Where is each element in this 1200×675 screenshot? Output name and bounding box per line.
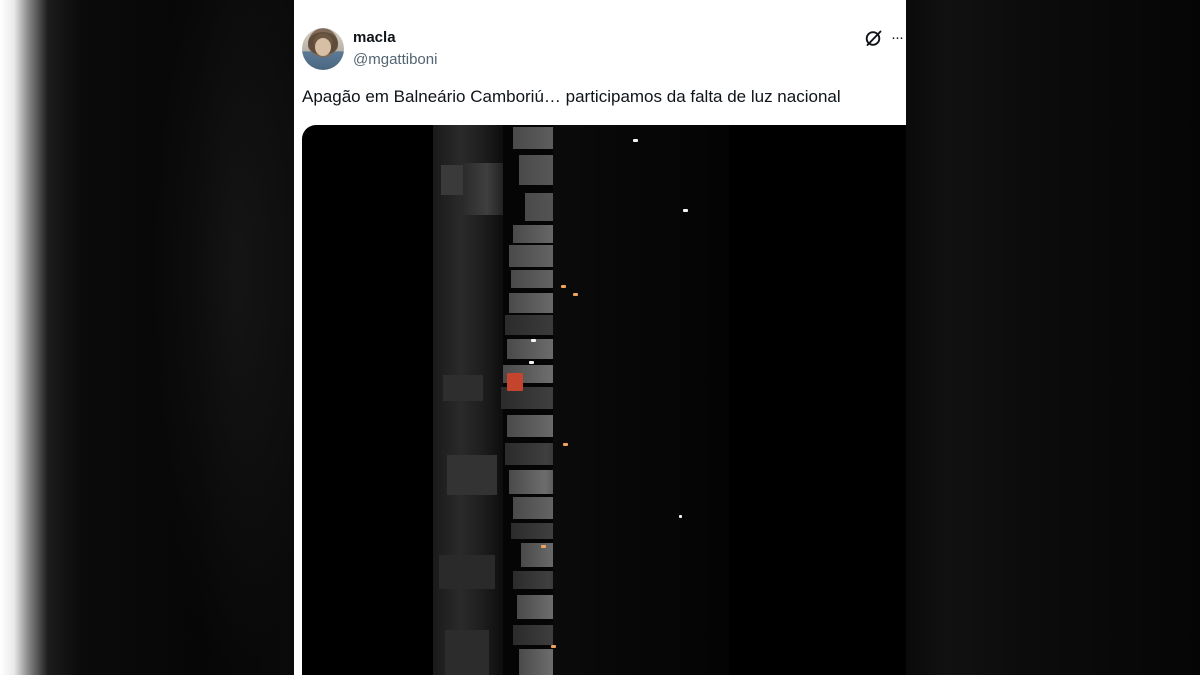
tweet-card: macla @mgattiboni ··· Apagão em Balneári… xyxy=(294,0,906,675)
photo-light xyxy=(573,293,578,296)
photo-light xyxy=(551,645,556,648)
photo-light xyxy=(633,139,638,142)
media-photo-blackout-skyline[interactable] xyxy=(433,125,729,675)
avatar-face xyxy=(315,38,331,56)
photo-light xyxy=(541,545,546,548)
photo-light xyxy=(529,361,534,364)
photo-light xyxy=(507,373,523,391)
photo-light xyxy=(561,285,566,288)
more-options-icon[interactable]: ··· xyxy=(891,28,906,48)
photo-light xyxy=(563,443,568,446)
screenshot-stage: macla @mgattiboni ··· Apagão em Balneári… xyxy=(0,0,1200,675)
grok-icon[interactable] xyxy=(864,28,884,48)
photo-light xyxy=(531,339,536,342)
tweet-header: macla @mgattiboni ··· xyxy=(294,0,906,84)
display-name[interactable]: macla xyxy=(353,29,396,46)
blurred-backdrop-right xyxy=(906,0,1200,675)
tweet-text: Apagão em Balneário Camboriú… participam… xyxy=(302,87,841,106)
photo-dark-sea xyxy=(553,125,729,675)
user-handle[interactable]: @mgattiboni xyxy=(353,51,437,68)
photo-light xyxy=(679,515,682,518)
avatar[interactable] xyxy=(302,28,344,70)
photo-light xyxy=(683,209,688,212)
photo-building xyxy=(463,163,503,215)
blurred-backdrop-left xyxy=(0,0,295,675)
tweet-media[interactable] xyxy=(302,125,906,675)
